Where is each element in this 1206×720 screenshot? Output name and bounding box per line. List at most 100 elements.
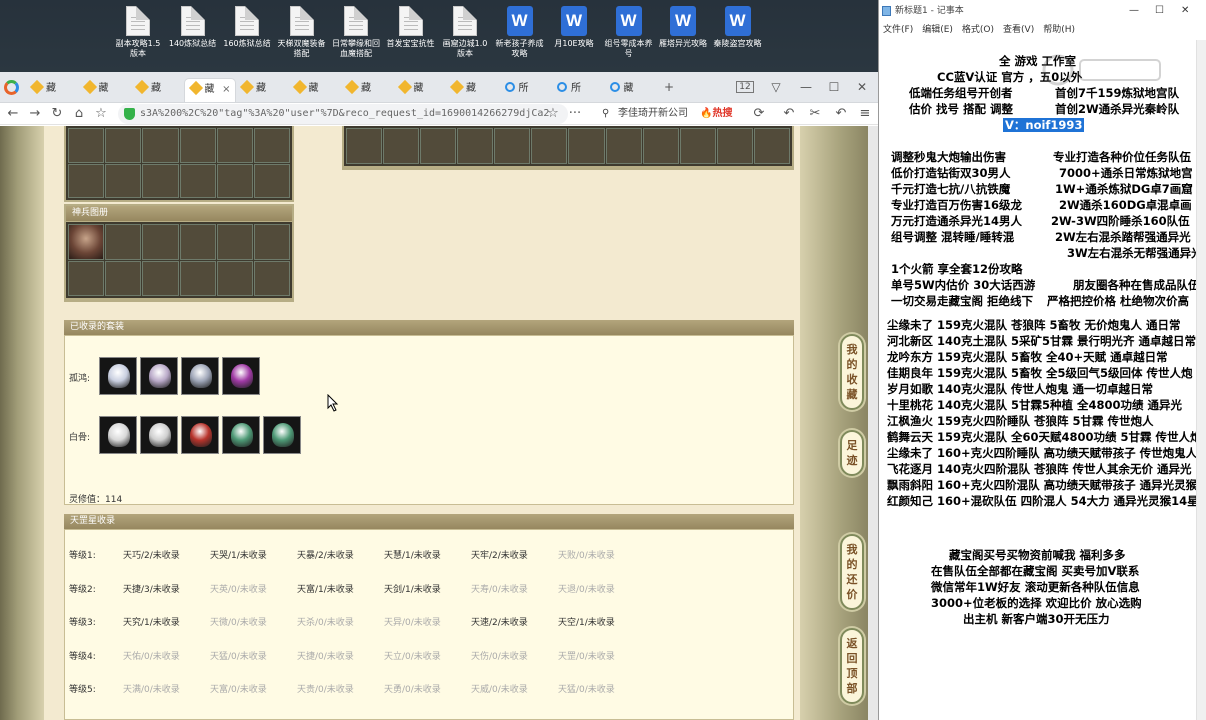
- item-slot[interactable]: [457, 128, 494, 164]
- set-item-icon[interactable]: [222, 416, 260, 454]
- item-slot[interactable]: [179, 224, 216, 260]
- browser-tab[interactable]: 藏: [131, 78, 183, 102]
- browser-tab[interactable]: 藏: [236, 78, 288, 102]
- tiangang-star-item[interactable]: 天捷/0/未收录: [297, 649, 354, 662]
- my-favorites-button[interactable]: 我的收藏: [840, 334, 864, 410]
- item-slot[interactable]: [568, 128, 605, 164]
- refresh-icon[interactable]: ⟳: [750, 105, 768, 123]
- desktop-file-icon[interactable]: 画窟边城1.0版本: [439, 6, 491, 59]
- tiangang-star-item[interactable]: 天猛/0/未收录: [210, 649, 267, 662]
- item-slot[interactable]: [642, 128, 679, 164]
- desktop-file-icon[interactable]: W 雁塔异光攻略: [657, 6, 709, 49]
- tiangang-star-item[interactable]: 天勇/0/未收录: [384, 682, 441, 695]
- set-item-icon[interactable]: [99, 357, 137, 395]
- item-slot[interactable]: [253, 128, 290, 163]
- item-slot[interactable]: [216, 128, 253, 163]
- undo-icon[interactable]: ↶: [780, 105, 798, 123]
- browser-tab[interactable]: 藏: [394, 78, 446, 102]
- browser-logo-icon[interactable]: [4, 80, 19, 95]
- set-item-icon[interactable]: [181, 357, 219, 395]
- browser-tab[interactable]: 所: [499, 78, 551, 102]
- item-slot[interactable]: [216, 163, 253, 198]
- tiangang-star-item[interactable]: 天猛/0/未收录: [558, 682, 615, 695]
- tiangang-star-item[interactable]: 天英/0/未收录: [210, 582, 267, 595]
- maximize-button[interactable]: ☐: [824, 72, 844, 103]
- tiangang-star-item[interactable]: 天异/0/未收录: [384, 615, 441, 628]
- desktop-file-icon[interactable]: 日常攀缘和回血魔搭配: [330, 6, 382, 59]
- footprint-button[interactable]: 足迹: [840, 430, 864, 476]
- item-slot[interactable]: [179, 260, 216, 296]
- set-item-icon[interactable]: [140, 357, 178, 395]
- item-slot[interactable]: [142, 260, 179, 296]
- reload-icon[interactable]: ↻: [48, 105, 66, 123]
- item-slot[interactable]: [420, 128, 457, 164]
- notepad-scrollbar[interactable]: [1196, 40, 1206, 720]
- tiangang-star-item[interactable]: 天牢/2/未收录: [471, 548, 528, 561]
- browser-tab[interactable]: 藏: [289, 78, 341, 102]
- item-slot[interactable]: [105, 128, 142, 163]
- tiangang-star-item[interactable]: 天暴/2/未收录: [297, 548, 354, 561]
- set-item-icon[interactable]: [99, 416, 137, 454]
- tiangang-star-item[interactable]: 天退/0/未收录: [558, 582, 615, 595]
- tiangang-star-item[interactable]: 天富/0/未收录: [210, 682, 267, 695]
- tiangang-star-item[interactable]: 天寿/0/未收录: [471, 582, 528, 595]
- item-slot[interactable]: [105, 260, 142, 296]
- desktop-file-icon[interactable]: 天梯双魔装备搭配: [276, 6, 328, 59]
- tiangang-star-item[interactable]: 天罡/0/未收录: [558, 649, 615, 662]
- forward-icon[interactable]: →: [26, 105, 44, 123]
- tab-count-badge[interactable]: 12: [736, 72, 754, 103]
- browser-tab[interactable]: 藏: [446, 78, 498, 102]
- browser-tab[interactable]: 藏: [26, 78, 78, 102]
- my-counteroffer-button[interactable]: 我的还价: [840, 534, 864, 610]
- notepad-text-area[interactable]: 全 游戏 工作室 CC蓝V认证 官方 ，五0以外 低端任务组号开创者 首创7千159炼…: [879, 40, 1197, 720]
- item-slot[interactable]: [68, 163, 105, 198]
- tiangang-star-item[interactable]: 天空/1/未收录: [558, 615, 615, 628]
- notepad-menu-item[interactable]: 帮助(H): [1043, 25, 1075, 35]
- tiangang-star-item[interactable]: 天杀/0/未收录: [297, 615, 354, 628]
- tiangang-star-item[interactable]: 天威/0/未收录: [471, 682, 528, 695]
- menu-icon[interactable]: ≡: [856, 105, 874, 123]
- item-slot[interactable]: [383, 128, 420, 164]
- tiangang-star-item[interactable]: 天伤/0/未收录: [471, 649, 528, 662]
- tiangang-star-item[interactable]: 天慧/1/未收录: [384, 548, 441, 561]
- tiangang-star-item[interactable]: 天贵/0/未收录: [297, 682, 354, 695]
- item-slot[interactable]: [179, 128, 216, 163]
- tab-close-icon[interactable]: ×: [222, 79, 230, 101]
- desktop-file-icon[interactable]: 首发宝宝抗性: [385, 6, 437, 49]
- desktop-file-icon[interactable]: 140炼狱总结: [167, 6, 219, 49]
- set-item-icon[interactable]: [222, 357, 260, 395]
- item-slot[interactable]: [716, 128, 753, 164]
- item-slot[interactable]: [253, 224, 290, 260]
- undo-close-icon[interactable]: ↶: [832, 105, 850, 123]
- tiangang-star-item[interactable]: 天败/0/未收录: [558, 548, 615, 561]
- desktop-file-icon[interactable]: 160炼狱总结: [221, 6, 273, 49]
- browser-tab[interactable]: 所: [551, 78, 603, 102]
- notepad-maximize-button[interactable]: ☐: [1155, 0, 1164, 22]
- desktop-file-icon[interactable]: W 月10E攻略: [548, 6, 600, 49]
- tiangang-star-item[interactable]: 天巧/2/未收录: [123, 548, 180, 561]
- set-item-icon[interactable]: [181, 416, 219, 454]
- home-icon[interactable]: ⌂: [70, 105, 88, 123]
- notepad-menu-item[interactable]: 查看(V): [1003, 25, 1034, 35]
- desktop-file-icon[interactable]: W 秦陵盗宫攻略: [712, 6, 764, 49]
- close-button[interactable]: ✕: [852, 72, 872, 103]
- notepad-menu-item[interactable]: 格式(O): [962, 25, 994, 35]
- browser-tab[interactable]: 藏: [341, 78, 393, 102]
- item-slot[interactable]: [216, 260, 253, 296]
- cut-icon[interactable]: ✂: [806, 105, 824, 123]
- tiangang-star-item[interactable]: 天究/1/未收录: [123, 615, 180, 628]
- item-slot[interactable]: [679, 128, 716, 164]
- desktop-file-icon[interactable]: W 新老孩子养成攻略: [494, 6, 546, 59]
- tiangang-star-item[interactable]: 天富/1/未收录: [297, 582, 354, 595]
- notepad-minimize-button[interactable]: —: [1129, 0, 1139, 22]
- item-slot[interactable]: [346, 128, 383, 164]
- tiangang-star-item[interactable]: 天哭/1/未收录: [210, 548, 267, 561]
- bookmark-star-icon[interactable]: ☆: [544, 105, 562, 123]
- item-slot[interactable]: [105, 163, 142, 198]
- notepad-close-button[interactable]: ✕: [1181, 0, 1189, 22]
- item-slot[interactable]: [142, 224, 179, 260]
- tiangang-star-item[interactable]: 天速/2/未收录: [471, 615, 528, 628]
- back-to-top-button[interactable]: 返回顶部: [840, 628, 864, 704]
- item-slot[interactable]: [216, 224, 253, 260]
- tiangang-star-item[interactable]: 天佑/0/未收录: [123, 649, 180, 662]
